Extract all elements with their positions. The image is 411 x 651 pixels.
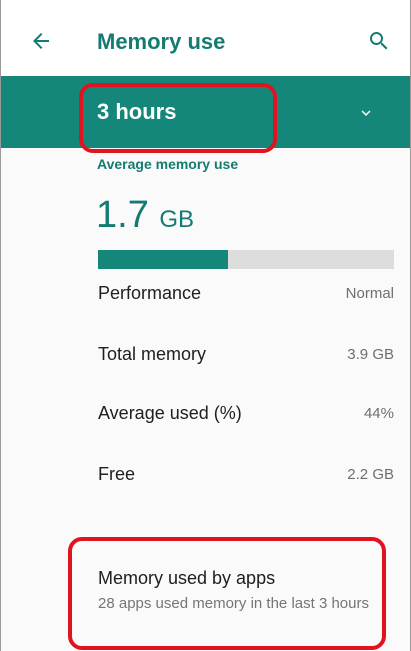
average-memory-unit: GB xyxy=(159,206,195,233)
stat-value-average-used: 44% xyxy=(363,405,394,422)
stat-label-average-used: Average used (%) xyxy=(98,403,242,423)
stat-label-free: Free xyxy=(98,464,136,484)
chevron-down-icon[interactable] xyxy=(357,104,375,122)
page-title: Memory use xyxy=(97,29,226,54)
stat-value-free: 2.2 GB xyxy=(347,466,394,483)
highlight-period-box xyxy=(79,83,277,153)
average-memory-value: 1.7 GB xyxy=(96,193,194,242)
average-memory-number: 1.7 xyxy=(96,194,149,236)
memory-usage-bar xyxy=(98,250,394,269)
stat-value-total-memory: 3.9 GB xyxy=(347,346,394,363)
app-bar: Memory use xyxy=(1,0,410,82)
stat-value-performance: Normal xyxy=(345,285,394,302)
search-icon[interactable] xyxy=(367,29,391,53)
screen: Memory use 3 hours Average memory use 1.… xyxy=(0,0,411,651)
memory-usage-fill xyxy=(98,250,229,269)
average-memory-label: Average memory use xyxy=(97,156,239,172)
stat-label-performance: Performance xyxy=(98,283,202,303)
back-arrow-icon[interactable] xyxy=(29,29,53,53)
stat-label-total-memory: Total memory xyxy=(98,344,207,364)
highlight-apps-box xyxy=(68,537,386,650)
